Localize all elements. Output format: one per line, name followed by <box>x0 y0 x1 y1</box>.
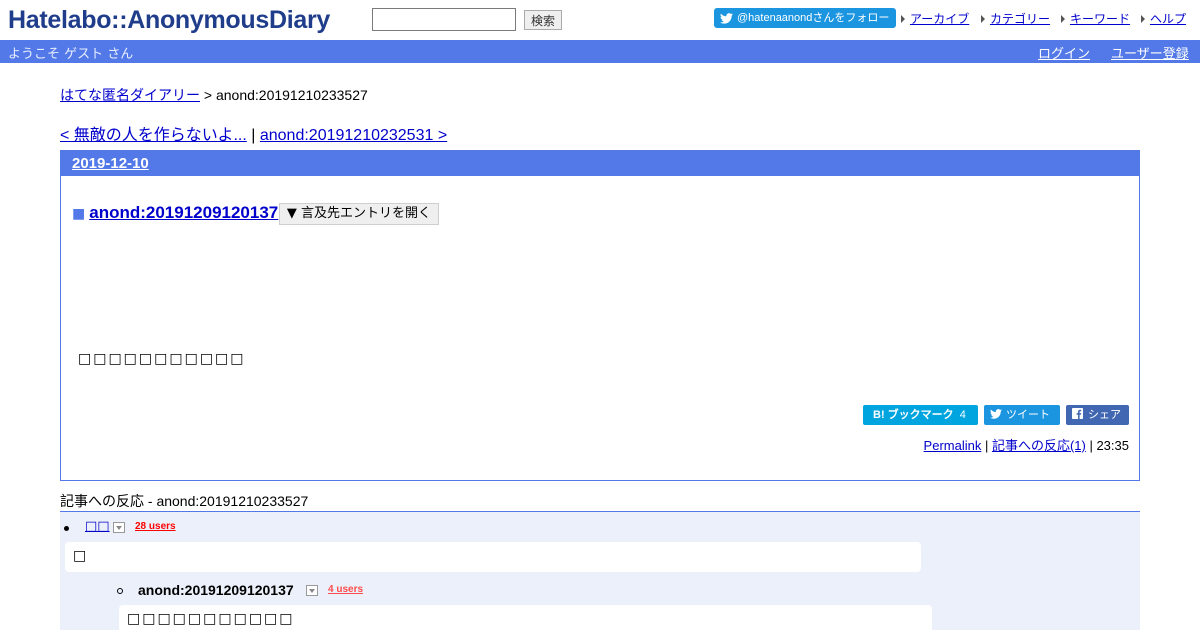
footer-separator: | <box>981 438 992 453</box>
facebook-share-button[interactable]: シェア <box>1066 405 1129 425</box>
reactions-heading: 記事への反応 - anond:20191210233527 <box>60 493 309 509</box>
facebook-icon <box>1072 408 1083 419</box>
chevron-down-icon[interactable] <box>306 585 318 596</box>
diary-day: 2019-12-10 ■ anond:20191209120137 ▼ 言及先エン… <box>60 150 1140 481</box>
user-bar: ようこそ ゲスト さん ログイン ユーザー登録 <box>0 40 1200 63</box>
next-entry-link[interactable]: anond:20191210232531 > <box>260 127 447 144</box>
list-bullet <box>64 526 69 531</box>
search-button[interactable]: 検索 <box>524 10 562 30</box>
section-title-link[interactable]: anond:20191209120137 <box>89 203 278 222</box>
facebook-share-label: シェア <box>1088 409 1121 421</box>
twitter-bird-icon <box>990 409 1002 419</box>
nav-category-link[interactable]: カテゴリー <box>990 12 1050 26</box>
arrow-right-icon <box>1141 15 1145 23</box>
breadcrumb-home-link[interactable]: はてな匿名ダイアリー <box>60 87 200 103</box>
reaction-link[interactable]: □□ <box>85 519 110 534</box>
search-input[interactable] <box>372 8 516 31</box>
welcome-text: ようこそ ゲスト さん <box>8 47 134 62</box>
twitter-bird-icon <box>720 12 733 24</box>
section-square-icon: ■ <box>72 206 86 222</box>
nav-archive-link[interactable]: アーカイブ <box>910 12 969 26</box>
breadcrumb-current: anond:20191210233527 <box>215 87 368 103</box>
arrow-right-icon <box>981 15 985 23</box>
entry-time: 23:35 <box>1096 438 1129 453</box>
reactions-link[interactable]: 記事への反応(1) <box>992 438 1086 453</box>
chevron-down-icon[interactable] <box>113 522 125 533</box>
tweet-label: ツイート <box>1006 409 1050 421</box>
twitter-follow-button[interactable]: @hatenaanondさんをフォロー <box>714 8 896 28</box>
list-bullet <box>117 588 123 594</box>
login-link[interactable]: ログイン <box>1038 43 1090 62</box>
pager-separator: | <box>246 127 260 144</box>
entry-pager: < 無敵の人を作らないよ... | anond:20191210232531 > <box>60 121 447 145</box>
nav-help[interactable]: ヘルプ <box>1141 10 1186 27</box>
follow-label: @hatenaanondさんをフォロー <box>737 12 890 24</box>
breadcrumb-separator: > <box>200 87 216 103</box>
share-buttons: B! ブックマーク 4 ツイート シェア <box>857 405 1129 425</box>
reaction-excerpt: □□□□□□□□□□□ <box>119 605 932 630</box>
hatena-bookmark-label: B! ブックマーク <box>873 409 954 421</box>
day-date-link[interactable]: 2019-12-10 <box>72 155 149 172</box>
nav-archive[interactable]: アーカイブ <box>901 10 969 27</box>
footer-separator: | <box>1085 438 1097 453</box>
nav-keyword-link[interactable]: キーワード <box>1070 12 1130 26</box>
nav-help-link[interactable]: ヘルプ <box>1150 12 1186 26</box>
tweet-button[interactable]: ツイート <box>984 405 1060 425</box>
reaction-title: anond:20191209120137 <box>138 582 294 598</box>
entry-body: □□□□□□□□□□□ <box>78 351 246 367</box>
permalink-link[interactable]: Permalink <box>924 438 982 453</box>
hatena-bookmark-button[interactable]: B! ブックマーク 4 <box>863 405 978 425</box>
arrow-right-icon <box>1061 15 1065 23</box>
bookmark-users-badge[interactable]: 4 users <box>328 584 363 595</box>
open-referenced-entry-button[interactable]: ▼ 言及先エントリを開く <box>279 203 439 225</box>
reactions-list: □□ 28 users □ anond:20191209120137 4 use… <box>60 511 1140 630</box>
nav-keyword[interactable]: キーワード <box>1061 10 1130 27</box>
prev-entry-link[interactable]: < 無敵の人を作らないよ... <box>60 127 247 144</box>
bookmark-users-badge[interactable]: 28 users <box>135 521 176 532</box>
hatena-bookmark-count: 4 <box>959 409 966 421</box>
arrow-right-icon <box>901 15 905 23</box>
day-header: 2019-12-10 <box>61 151 1139 176</box>
site-logo[interactable]: Hatelabo::AnonymousDiary <box>8 6 330 34</box>
section-title: ■ anond:20191209120137 <box>72 203 278 223</box>
site-header: Hatelabo::AnonymousDiary 検索 @hatenaanond… <box>0 0 1200 40</box>
nav-category[interactable]: カテゴリー <box>981 10 1050 27</box>
breadcrumb: はてな匿名ダイアリー > anond:20191210233527 <box>60 85 368 105</box>
entry-footer: Permalink | 記事への反応(1) | 23:35 <box>924 435 1129 454</box>
reaction-excerpt: □ <box>65 542 921 572</box>
register-link[interactable]: ユーザー登録 <box>1111 43 1189 62</box>
